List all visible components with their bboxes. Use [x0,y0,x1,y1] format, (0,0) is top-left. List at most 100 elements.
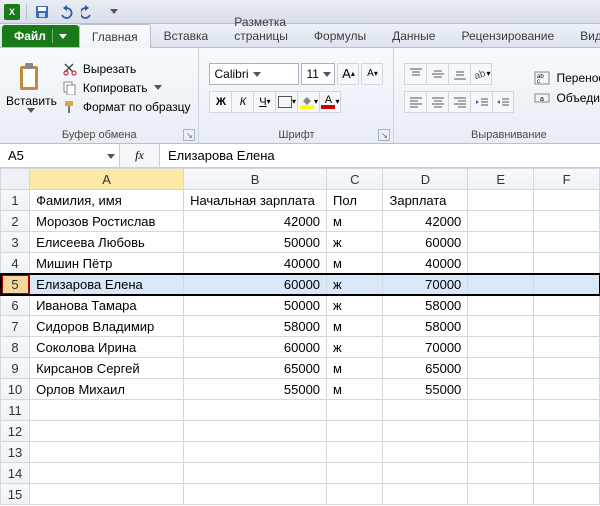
cell[interactable]: 70000 [383,274,468,295]
cell[interactable] [468,337,534,358]
fx-button[interactable]: fx [120,144,160,167]
cell[interactable] [534,400,600,421]
cell[interactable]: Елизарова Елена [30,274,184,295]
cell[interactable] [534,274,600,295]
cell[interactable] [534,421,600,442]
row-header[interactable]: 8 [1,337,30,358]
cell[interactable]: Фамилия, имя [30,190,184,211]
cell[interactable] [468,232,534,253]
cell[interactable] [534,211,600,232]
cell[interactable] [534,379,600,400]
column-header-D[interactable]: D [383,169,468,190]
cell[interactable] [30,421,184,442]
tab-formulas[interactable]: Формулы [301,23,379,47]
align-middle-button[interactable] [426,63,448,85]
cell[interactable] [534,484,600,505]
cell[interactable]: 55000 [184,379,327,400]
cell[interactable] [534,337,600,358]
cell[interactable]: м [327,316,383,337]
font-size-combo[interactable]: 11 [301,63,335,85]
decrease-indent-button[interactable] [470,91,492,113]
column-header-A[interactable]: A [30,169,184,190]
column-header-F[interactable]: F [534,169,600,190]
cell[interactable]: 60000 [383,232,468,253]
cell[interactable] [468,358,534,379]
cell[interactable] [327,484,383,505]
cell[interactable]: Соколова Ирина [30,337,184,358]
cell[interactable]: 42000 [383,211,468,232]
cell[interactable]: 42000 [184,211,327,232]
cell[interactable] [534,316,600,337]
align-top-button[interactable] [404,63,426,85]
row-header[interactable]: 10 [1,379,30,400]
cell[interactable]: ж [327,274,383,295]
cell[interactable] [534,295,600,316]
cell[interactable] [184,421,327,442]
row-header[interactable]: 6 [1,295,30,316]
row-header[interactable]: 12 [1,421,30,442]
save-button[interactable] [33,3,51,21]
cell[interactable] [534,253,600,274]
formula-input[interactable]: Елизарова Елена [160,144,600,167]
row-header[interactable]: 5 [1,274,30,295]
cell[interactable] [468,274,534,295]
cell[interactable]: 70000 [383,337,468,358]
cell[interactable] [468,463,534,484]
cell[interactable] [184,400,327,421]
cell[interactable]: Елисеева Любовь [30,232,184,253]
cell[interactable] [468,211,534,232]
cell[interactable]: Орлов Михаил [30,379,184,400]
italic-button[interactable]: К [231,91,253,113]
row-header[interactable]: 4 [1,253,30,274]
cell[interactable] [30,484,184,505]
cell[interactable]: 50000 [184,295,327,316]
cell[interactable]: Мишин Пётр [30,253,184,274]
cell[interactable]: ж [327,295,383,316]
increase-indent-button[interactable] [492,91,514,113]
cell[interactable]: 40000 [383,253,468,274]
file-tab[interactable]: Файл [2,25,79,47]
cell[interactable] [383,400,468,421]
cell[interactable] [184,442,327,463]
row-header[interactable]: 9 [1,358,30,379]
cell[interactable] [30,400,184,421]
worksheet-grid[interactable]: ABCDEF1Фамилия, имяНачальная зарплатаПол… [0,168,600,505]
cell[interactable]: 50000 [184,232,327,253]
underline-button[interactable]: Ч▾ [253,91,275,113]
cell[interactable]: Кирсанов Сергей [30,358,184,379]
tab-view[interactable]: Вид [567,23,600,47]
grow-font-button[interactable]: A▴ [337,63,359,85]
align-right-button[interactable] [448,91,470,113]
merge-center-button[interactable]: a Объедини [534,91,600,105]
row-header[interactable]: 1 [1,190,30,211]
cell[interactable] [468,316,534,337]
cell[interactable]: 60000 [184,337,327,358]
name-box[interactable]: A5 [0,144,120,167]
cell[interactable] [327,463,383,484]
column-header-C[interactable]: C [327,169,383,190]
align-left-button[interactable] [404,91,426,113]
wrap-text-button[interactable]: abc Перенос т [534,71,600,85]
cell[interactable] [327,421,383,442]
cell[interactable] [383,442,468,463]
cell[interactable]: Пол [327,190,383,211]
cell[interactable] [30,442,184,463]
undo-button[interactable] [57,3,75,21]
cell[interactable]: м [327,358,383,379]
tab-home[interactable]: Главная [79,24,151,48]
cell[interactable] [468,400,534,421]
paste-button[interactable]: Вставить [0,48,63,127]
bold-button[interactable]: Ж [209,91,231,113]
cell[interactable] [468,379,534,400]
cell[interactable]: Начальная зарплата [184,190,327,211]
cell[interactable] [468,253,534,274]
cell[interactable] [383,463,468,484]
cell[interactable] [468,295,534,316]
row-header[interactable]: 14 [1,463,30,484]
align-center-button[interactable] [426,91,448,113]
cell[interactable] [184,463,327,484]
cell[interactable]: 58000 [383,316,468,337]
cell[interactable]: 40000 [184,253,327,274]
tab-review[interactable]: Рецензирование [448,23,567,47]
row-header[interactable]: 11 [1,400,30,421]
